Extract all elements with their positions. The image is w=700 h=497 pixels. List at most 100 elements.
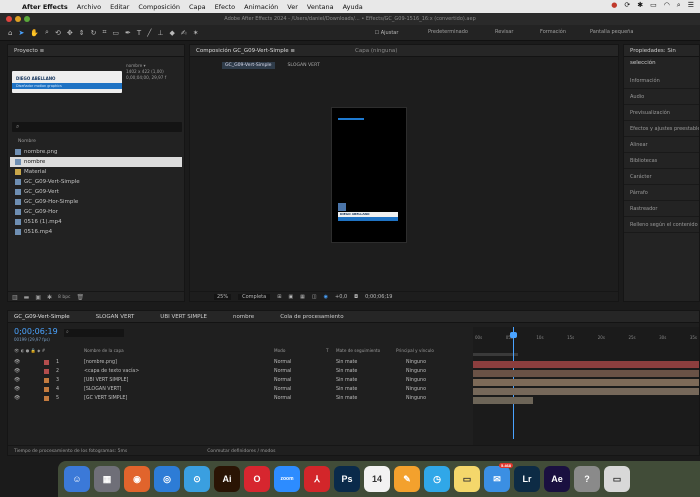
layer-parent-select[interactable]: Ninguno bbox=[406, 394, 466, 403]
project-item[interactable]: 0516.mp4 bbox=[10, 227, 182, 237]
layer-name[interactable]: <capa de texto vacía> bbox=[84, 367, 274, 376]
bpc-label[interactable]: 8 bpc bbox=[58, 295, 70, 300]
delete-icon[interactable]: 🗑 bbox=[77, 294, 85, 301]
panel-row[interactable]: Párrafo bbox=[624, 185, 699, 201]
pen-tool-icon[interactable]: ✒ bbox=[125, 29, 131, 37]
layer-name[interactable]: [GC VERT SIMPLE] bbox=[84, 394, 274, 403]
timeline-tab-slogan[interactable]: SLOGAN VERT bbox=[96, 311, 135, 322]
bluetooth-icon[interactable]: ✱ bbox=[637, 1, 643, 10]
layer-mode-select[interactable]: Normal bbox=[274, 394, 336, 403]
layer-name[interactable]: [nombre.png] bbox=[84, 358, 274, 367]
panel-row[interactable]: Previsualización bbox=[624, 105, 699, 121]
workspace-review[interactable]: Revisar bbox=[495, 29, 513, 35]
illustrator-icon[interactable]: Ai bbox=[214, 466, 240, 492]
zoom-tool-icon[interactable]: ⌕ bbox=[45, 28, 49, 37]
stamp-tool-icon[interactable]: ⊥ bbox=[157, 29, 163, 37]
workspace-small-screen[interactable]: Pantalla pequeña bbox=[590, 29, 633, 35]
panel-row[interactable]: Bibliotecas bbox=[624, 153, 699, 169]
project-item[interactable]: Material bbox=[10, 167, 182, 177]
home-icon[interactable]: ⌂ bbox=[8, 29, 12, 37]
layer-row[interactable]: 👁 5 [GC VERT SIMPLE] Normal Sin mate Ninguno bbox=[14, 394, 469, 403]
safari-icon[interactable]: ⊙ bbox=[184, 466, 210, 492]
layer-parent-select[interactable]: Ninguno bbox=[406, 385, 466, 394]
project-item[interactable]: GC_G09-Vert-Simple bbox=[10, 177, 182, 187]
menu-ver[interactable]: Ver bbox=[287, 3, 298, 11]
panel-row[interactable]: Audio bbox=[624, 89, 699, 105]
finder-icon[interactable]: ☺ bbox=[64, 466, 90, 492]
shape-tool-icon[interactable]: ▭ bbox=[112, 29, 119, 37]
clock-app-icon[interactable]: ◷ bbox=[424, 466, 450, 492]
layer-row[interactable]: 👁 2 <capa de texto vacía> Normal Sin mate Nin… bbox=[14, 367, 469, 376]
playhead-handle[interactable] bbox=[510, 332, 517, 338]
zoom-window-icon[interactable] bbox=[24, 16, 30, 22]
calendar-app-icon[interactable]: ◎ bbox=[154, 466, 180, 492]
layer-mode-select[interactable]: Normal bbox=[274, 376, 336, 385]
column-name-header[interactable]: Nombre bbox=[18, 139, 36, 144]
toggle-switches-modes[interactable]: Conmutar definidores / modos bbox=[207, 449, 275, 454]
opera-icon[interactable]: O bbox=[244, 466, 270, 492]
layer-search-input[interactable]: ⌕ bbox=[64, 329, 124, 337]
col-mode[interactable]: Modo bbox=[274, 348, 326, 354]
battery-icon[interactable]: ▭ bbox=[650, 1, 657, 10]
new-comp-icon[interactable]: ▣ bbox=[35, 294, 41, 301]
hand-tool-icon[interactable]: ✋ bbox=[30, 29, 39, 37]
subtab-slogan-vert[interactable]: SLOGAN VERT bbox=[285, 62, 323, 69]
workspace-learn[interactable]: Formación bbox=[540, 29, 566, 35]
timeline-tab-ubi[interactable]: UBI VERT SIMPLE bbox=[160, 311, 207, 322]
layer-mode-select[interactable]: Normal bbox=[274, 367, 336, 376]
workspace-default[interactable]: Predeterminado bbox=[428, 29, 468, 35]
search-icon[interactable]: ⌕ bbox=[677, 1, 681, 10]
track-bar-5[interactable] bbox=[473, 397, 533, 404]
panel-row[interactable]: Alinear bbox=[624, 137, 699, 153]
exposure-value[interactable]: +0,0 bbox=[335, 294, 347, 300]
project-item[interactable]: GC_G09-Hor-Simple bbox=[10, 197, 182, 207]
layer-row[interactable]: 👁 4 [SLOGAN VERT] Normal Sin mate Ninguno bbox=[14, 385, 469, 394]
project-item[interactable]: nombre.png bbox=[10, 147, 182, 157]
resolution-select[interactable]: Completa bbox=[238, 294, 271, 300]
col-layer-name[interactable]: Nombre de la capa bbox=[84, 348, 274, 354]
type-tool-icon[interactable]: T bbox=[137, 29, 141, 37]
after-effects-icon[interactable]: Ae bbox=[544, 466, 570, 492]
control-center-icon[interactable]: ☰ bbox=[688, 1, 694, 10]
acrobat-icon[interactable]: ⅄ bbox=[304, 466, 330, 492]
firefox-icon[interactable]: ◉ bbox=[124, 466, 150, 492]
render-queue-tab[interactable]: Cola de procesamiento bbox=[280, 311, 343, 322]
panel-row[interactable]: Carácter bbox=[624, 169, 699, 185]
notes-icon[interactable]: ▭ bbox=[454, 466, 480, 492]
col-matte[interactable]: Mate de seguimiento bbox=[336, 348, 396, 354]
menu-efecto[interactable]: Efecto bbox=[215, 3, 236, 11]
settings-icon[interactable]: ✱ bbox=[47, 294, 52, 301]
timeline-track-area[interactable]: 00s 05s 10s 15s 20s 25s 30s 35s bbox=[473, 327, 699, 445]
layer-mode-select[interactable]: Normal bbox=[274, 358, 336, 367]
lightroom-icon[interactable]: Lr bbox=[514, 466, 540, 492]
photoshop-icon[interactable]: Ps bbox=[334, 466, 360, 492]
col-parent[interactable]: Principal y vínculo bbox=[396, 348, 434, 354]
layer-matte-select[interactable]: Sin mate bbox=[336, 394, 406, 403]
puppet-tool-icon[interactable]: ✶ bbox=[193, 29, 199, 37]
mail-icon[interactable]: ✉ 5.468 bbox=[484, 463, 513, 492]
project-item[interactable]: GC_G09-Hor bbox=[10, 207, 182, 217]
launchpad-icon[interactable]: ▦ bbox=[94, 466, 120, 492]
layer-tab[interactable]: Capa (ninguna) bbox=[355, 45, 397, 56]
project-item[interactable]: GC_G09-Vert bbox=[10, 187, 182, 197]
layer-name[interactable]: [UBI VERT SIMPLE] bbox=[84, 376, 274, 385]
rotate-tool-icon[interactable]: ↻ bbox=[91, 29, 97, 37]
layer-parent-select[interactable]: Ninguno bbox=[406, 367, 466, 376]
calendar-icon[interactable]: 14 bbox=[364, 466, 390, 492]
menu-editar[interactable]: Editar bbox=[110, 3, 129, 11]
layer-mode-select[interactable]: Normal bbox=[274, 385, 336, 394]
layer-parent-select[interactable]: Ninguno bbox=[406, 376, 466, 385]
transparency-icon[interactable]: ▦ bbox=[300, 294, 305, 300]
creative-cloud-icon[interactable]: ● bbox=[611, 1, 617, 10]
subtab-vert-simple[interactable]: GC_G09-Vert-Simple bbox=[222, 62, 275, 69]
layer-matte-select[interactable]: Sin mate bbox=[336, 385, 406, 394]
timeline-timecode[interactable]: 0;00;06;19 bbox=[14, 327, 58, 336]
col-t[interactable]: T bbox=[326, 348, 336, 354]
project-item[interactable]: 0516 (1).mp4 bbox=[10, 217, 182, 227]
orbit-tool-icon[interactable]: ⟲ bbox=[55, 29, 61, 37]
new-folder-icon[interactable]: ▬ bbox=[24, 294, 30, 301]
layer-matte-select[interactable]: Sin mate bbox=[336, 376, 406, 385]
panel-row[interactable]: Rastreador bbox=[624, 201, 699, 217]
comp-viewer-canvas[interactable]: DIEGO ABELLANO bbox=[331, 107, 407, 243]
menu-ayuda[interactable]: Ayuda bbox=[343, 3, 363, 11]
